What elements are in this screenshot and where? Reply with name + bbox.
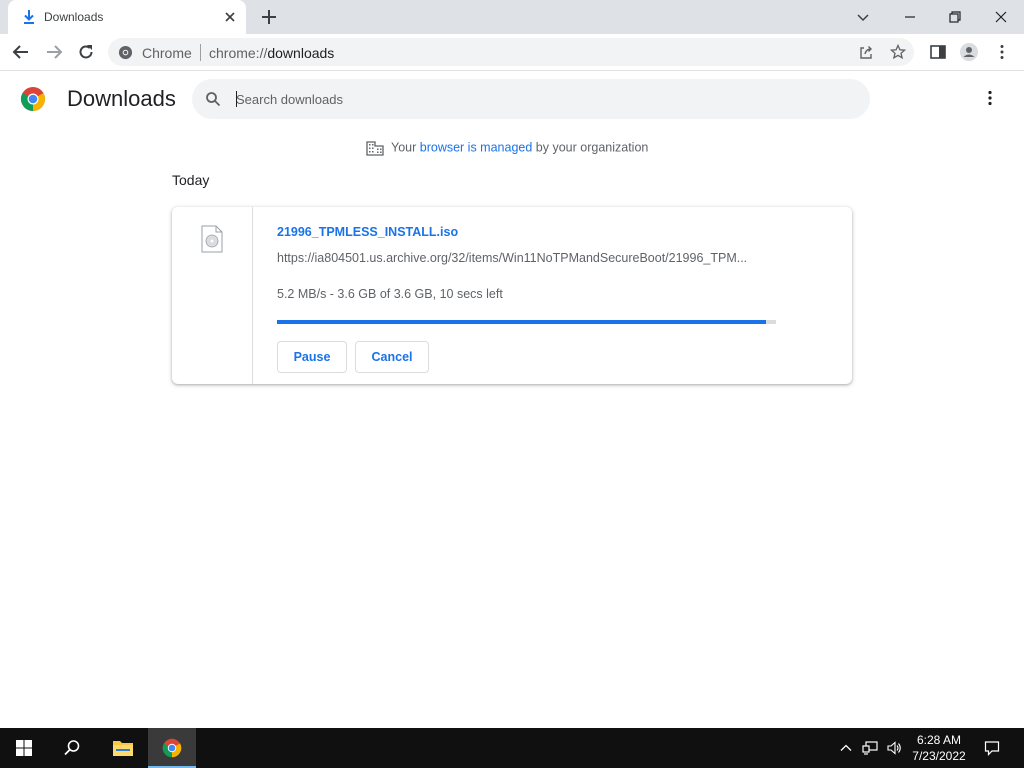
- more-actions-icon[interactable]: [980, 88, 1000, 108]
- bookmark-star-icon[interactable]: [890, 44, 906, 60]
- close-window-icon[interactable]: [991, 7, 1011, 27]
- omnibox-chip: Chrome: [142, 45, 192, 61]
- cancel-button[interactable]: Cancel: [355, 341, 429, 373]
- taskbar: 6:28 AM 7/23/2022: [0, 728, 1024, 768]
- page-title: Downloads: [67, 86, 176, 111]
- new-tab-icon[interactable]: [260, 8, 278, 26]
- clock-date: 7/23/2022: [912, 749, 966, 763]
- folder-icon: [113, 741, 133, 756]
- address-bar[interactable]: Chrome chrome://downloads: [108, 38, 914, 66]
- building-icon: [366, 141, 384, 156]
- system-clock[interactable]: 6:28 AM 7/23/2022: [906, 732, 972, 764]
- download-status: 5.2 MB/s - 3.6 GB of 3.6 GB, 10 secs lef…: [277, 287, 503, 301]
- clock-time: 6:28 AM: [916, 733, 962, 747]
- tab-downloads[interactable]: Downloads: [8, 0, 246, 34]
- close-tab-icon[interactable]: [222, 9, 238, 25]
- file-icon: [201, 225, 223, 253]
- restore-icon[interactable]: [945, 7, 965, 27]
- minimize-icon[interactable]: [900, 7, 920, 27]
- pause-button[interactable]: Pause: [277, 341, 347, 373]
- notification-icon[interactable]: [984, 740, 1000, 756]
- share-icon[interactable]: [858, 44, 874, 60]
- search-box[interactable]: [192, 79, 870, 119]
- search-input[interactable]: [236, 88, 836, 110]
- tab-strip: Downloads: [0, 0, 1024, 34]
- windows-logo-icon: [16, 740, 32, 756]
- date-header: Today: [172, 172, 210, 188]
- omnibox-separator: [200, 44, 201, 61]
- start-button[interactable]: [0, 728, 48, 768]
- download-progress-fill: [277, 320, 767, 324]
- volume-icon[interactable]: [886, 740, 902, 756]
- managed-suffix: by your organization: [535, 140, 649, 155]
- taskbar-file-explorer[interactable]: [98, 728, 146, 768]
- tab-search-icon[interactable]: [853, 7, 873, 27]
- forward-icon[interactable]: [44, 42, 64, 62]
- managed-link[interactable]: browser is managed: [420, 140, 533, 154]
- download-progress-bar: [277, 320, 776, 324]
- chevron-up-icon[interactable]: [838, 740, 854, 756]
- taskbar-chrome[interactable]: [148, 728, 196, 768]
- chrome-logo-icon: [162, 738, 182, 758]
- profile-avatar-icon[interactable]: [959, 42, 979, 62]
- network-icon[interactable]: [862, 740, 878, 756]
- omnibox-url[interactable]: chrome://downloads: [209, 45, 334, 61]
- file-source-url[interactable]: https://ia804501.us.archive.org/32/items…: [277, 251, 775, 265]
- download-icon: [24, 10, 34, 24]
- managed-prefix: Your: [391, 140, 417, 155]
- chrome-page-icon[interactable]: [118, 45, 133, 60]
- chrome-menu-icon[interactable]: [992, 42, 1012, 62]
- search-icon: [206, 92, 221, 107]
- chrome-logo-icon: [20, 87, 46, 111]
- taskbar-search-button[interactable]: [48, 728, 96, 768]
- managed-notice: Your browser is managed by your organiza…: [366, 140, 648, 158]
- search-icon: [64, 740, 80, 756]
- tab-title: Downloads: [44, 10, 104, 24]
- browser-toolbar: Chrome chrome://downloads: [0, 34, 1024, 71]
- side-panel-icon[interactable]: [928, 42, 948, 62]
- back-icon[interactable]: [11, 42, 31, 62]
- download-item: 21996_TPMLESS_INSTALL.iso https://ia8045…: [172, 207, 852, 384]
- reload-icon[interactable]: [76, 42, 96, 62]
- file-name-link[interactable]: 21996_TPMLESS_INSTALL.iso: [277, 225, 458, 239]
- card-divider: [252, 207, 253, 384]
